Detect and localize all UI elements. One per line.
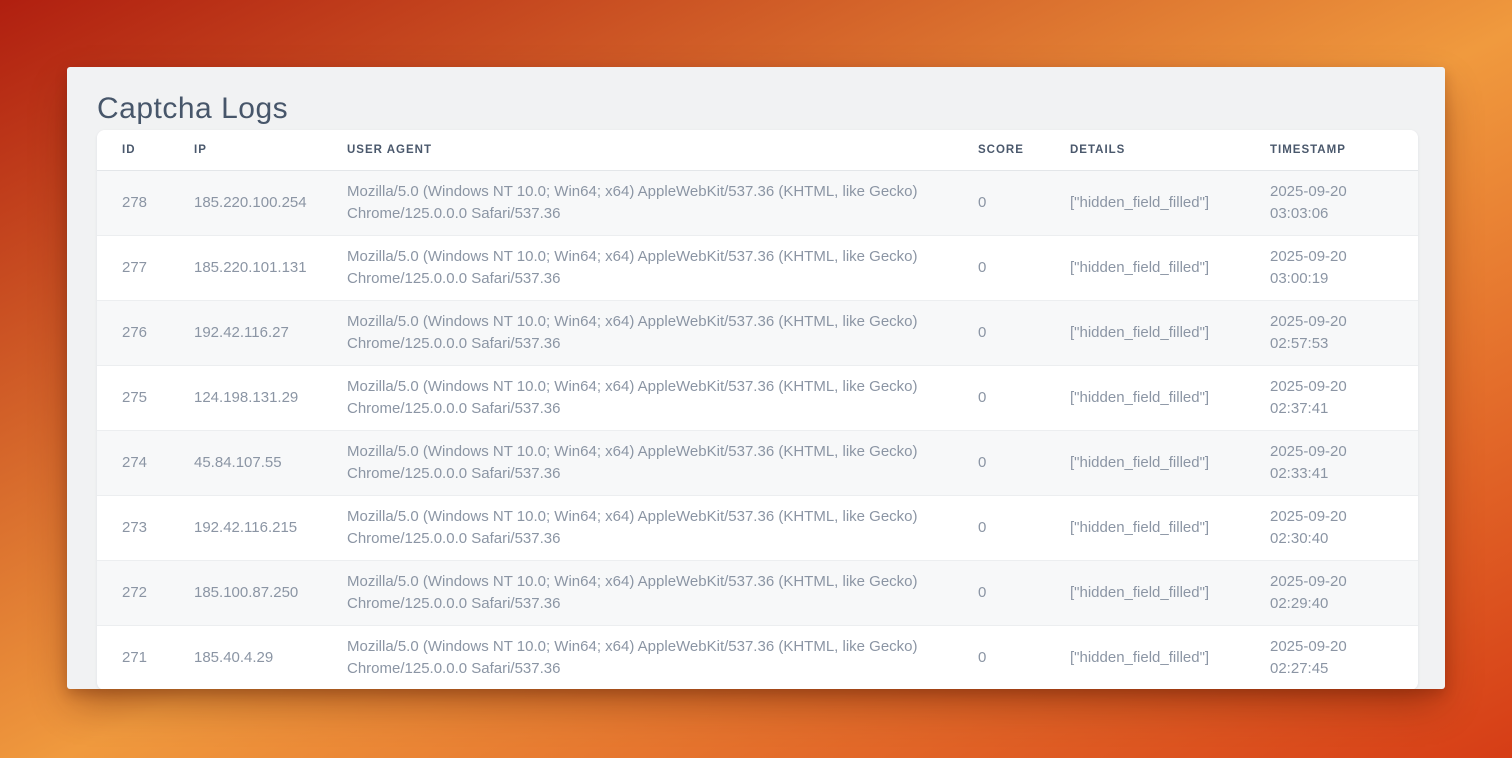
page-title: Captcha Logs (97, 88, 1418, 130)
table-row: 272 185.100.87.250 Mozilla/5.0 (Windows … (97, 560, 1418, 625)
cell-details: ["hidden_field_filled"] (1070, 560, 1270, 625)
cell-ip: 185.100.87.250 (194, 560, 347, 625)
cell-user-agent: Mozilla/5.0 (Windows NT 10.0; Win64; x64… (347, 560, 978, 625)
cell-details: ["hidden_field_filled"] (1070, 430, 1270, 495)
cell-score: 0 (978, 495, 1070, 560)
table-header-row: ID IP USER AGENT SCORE DETAILS TIMESTAMP (97, 130, 1418, 170)
cell-score: 0 (978, 365, 1070, 430)
logs-table-container: ID IP USER AGENT SCORE DETAILS TIMESTAMP… (97, 130, 1418, 689)
cell-id: 274 (97, 430, 194, 495)
cell-user-agent: Mozilla/5.0 (Windows NT 10.0; Win64; x64… (347, 235, 978, 300)
cell-timestamp: 2025-09-20 02:33:41 (1270, 430, 1418, 495)
cell-user-agent: Mozilla/5.0 (Windows NT 10.0; Win64; x64… (347, 300, 978, 365)
cell-details: ["hidden_field_filled"] (1070, 365, 1270, 430)
captcha-logs-card: Captcha Logs ID IP USER AGENT SCORE DETA… (67, 67, 1445, 689)
table-row: 277 185.220.101.131 Mozilla/5.0 (Windows… (97, 235, 1418, 300)
table-row: 271 185.40.4.29 Mozilla/5.0 (Windows NT … (97, 625, 1418, 689)
cell-id: 276 (97, 300, 194, 365)
cell-id: 272 (97, 560, 194, 625)
page-background: { "page": { "title": "Captcha Logs" }, "… (0, 0, 1512, 758)
table-row: 278 185.220.100.254 Mozilla/5.0 (Windows… (97, 170, 1418, 235)
cell-id: 273 (97, 495, 194, 560)
cell-ip: 192.42.116.27 (194, 300, 347, 365)
cell-score: 0 (978, 170, 1070, 235)
cell-score: 0 (978, 625, 1070, 689)
cell-timestamp: 2025-09-20 02:57:53 (1270, 300, 1418, 365)
cell-ip: 185.40.4.29 (194, 625, 347, 689)
cell-user-agent: Mozilla/5.0 (Windows NT 10.0; Win64; x64… (347, 170, 978, 235)
column-header-ip: IP (194, 130, 347, 170)
cell-user-agent: Mozilla/5.0 (Windows NT 10.0; Win64; x64… (347, 495, 978, 560)
cell-ip: 124.198.131.29 (194, 365, 347, 430)
table-row: 274 45.84.107.55 Mozilla/5.0 (Windows NT… (97, 430, 1418, 495)
cell-ip: 45.84.107.55 (194, 430, 347, 495)
column-header-score: SCORE (978, 130, 1070, 170)
cell-details: ["hidden_field_filled"] (1070, 495, 1270, 560)
table-body: 278 185.220.100.254 Mozilla/5.0 (Windows… (97, 170, 1418, 689)
cell-timestamp: 2025-09-20 02:37:41 (1270, 365, 1418, 430)
cell-details: ["hidden_field_filled"] (1070, 300, 1270, 365)
cell-timestamp: 2025-09-20 02:30:40 (1270, 495, 1418, 560)
cell-details: ["hidden_field_filled"] (1070, 235, 1270, 300)
table-row: 275 124.198.131.29 Mozilla/5.0 (Windows … (97, 365, 1418, 430)
cell-ip: 192.42.116.215 (194, 495, 347, 560)
cell-timestamp: 2025-09-20 02:27:45 (1270, 625, 1418, 689)
cell-ip: 185.220.101.131 (194, 235, 347, 300)
cell-details: ["hidden_field_filled"] (1070, 170, 1270, 235)
column-header-details: DETAILS (1070, 130, 1270, 170)
cell-id: 278 (97, 170, 194, 235)
cell-score: 0 (978, 235, 1070, 300)
cell-score: 0 (978, 300, 1070, 365)
cell-user-agent: Mozilla/5.0 (Windows NT 10.0; Win64; x64… (347, 365, 978, 430)
cell-timestamp: 2025-09-20 03:00:19 (1270, 235, 1418, 300)
cell-user-agent: Mozilla/5.0 (Windows NT 10.0; Win64; x64… (347, 430, 978, 495)
cell-score: 0 (978, 430, 1070, 495)
cell-id: 275 (97, 365, 194, 430)
cell-id: 271 (97, 625, 194, 689)
cell-details: ["hidden_field_filled"] (1070, 625, 1270, 689)
column-header-id: ID (97, 130, 194, 170)
cell-timestamp: 2025-09-20 03:03:06 (1270, 170, 1418, 235)
cell-user-agent: Mozilla/5.0 (Windows NT 10.0; Win64; x64… (347, 625, 978, 689)
column-header-timestamp: TIMESTAMP (1270, 130, 1418, 170)
cell-id: 277 (97, 235, 194, 300)
cell-score: 0 (978, 560, 1070, 625)
table-row: 273 192.42.116.215 Mozilla/5.0 (Windows … (97, 495, 1418, 560)
table-row: 276 192.42.116.27 Mozilla/5.0 (Windows N… (97, 300, 1418, 365)
cell-timestamp: 2025-09-20 02:29:40 (1270, 560, 1418, 625)
cell-ip: 185.220.100.254 (194, 170, 347, 235)
captcha-logs-table: ID IP USER AGENT SCORE DETAILS TIMESTAMP… (97, 130, 1418, 689)
column-header-user-agent: USER AGENT (347, 130, 978, 170)
